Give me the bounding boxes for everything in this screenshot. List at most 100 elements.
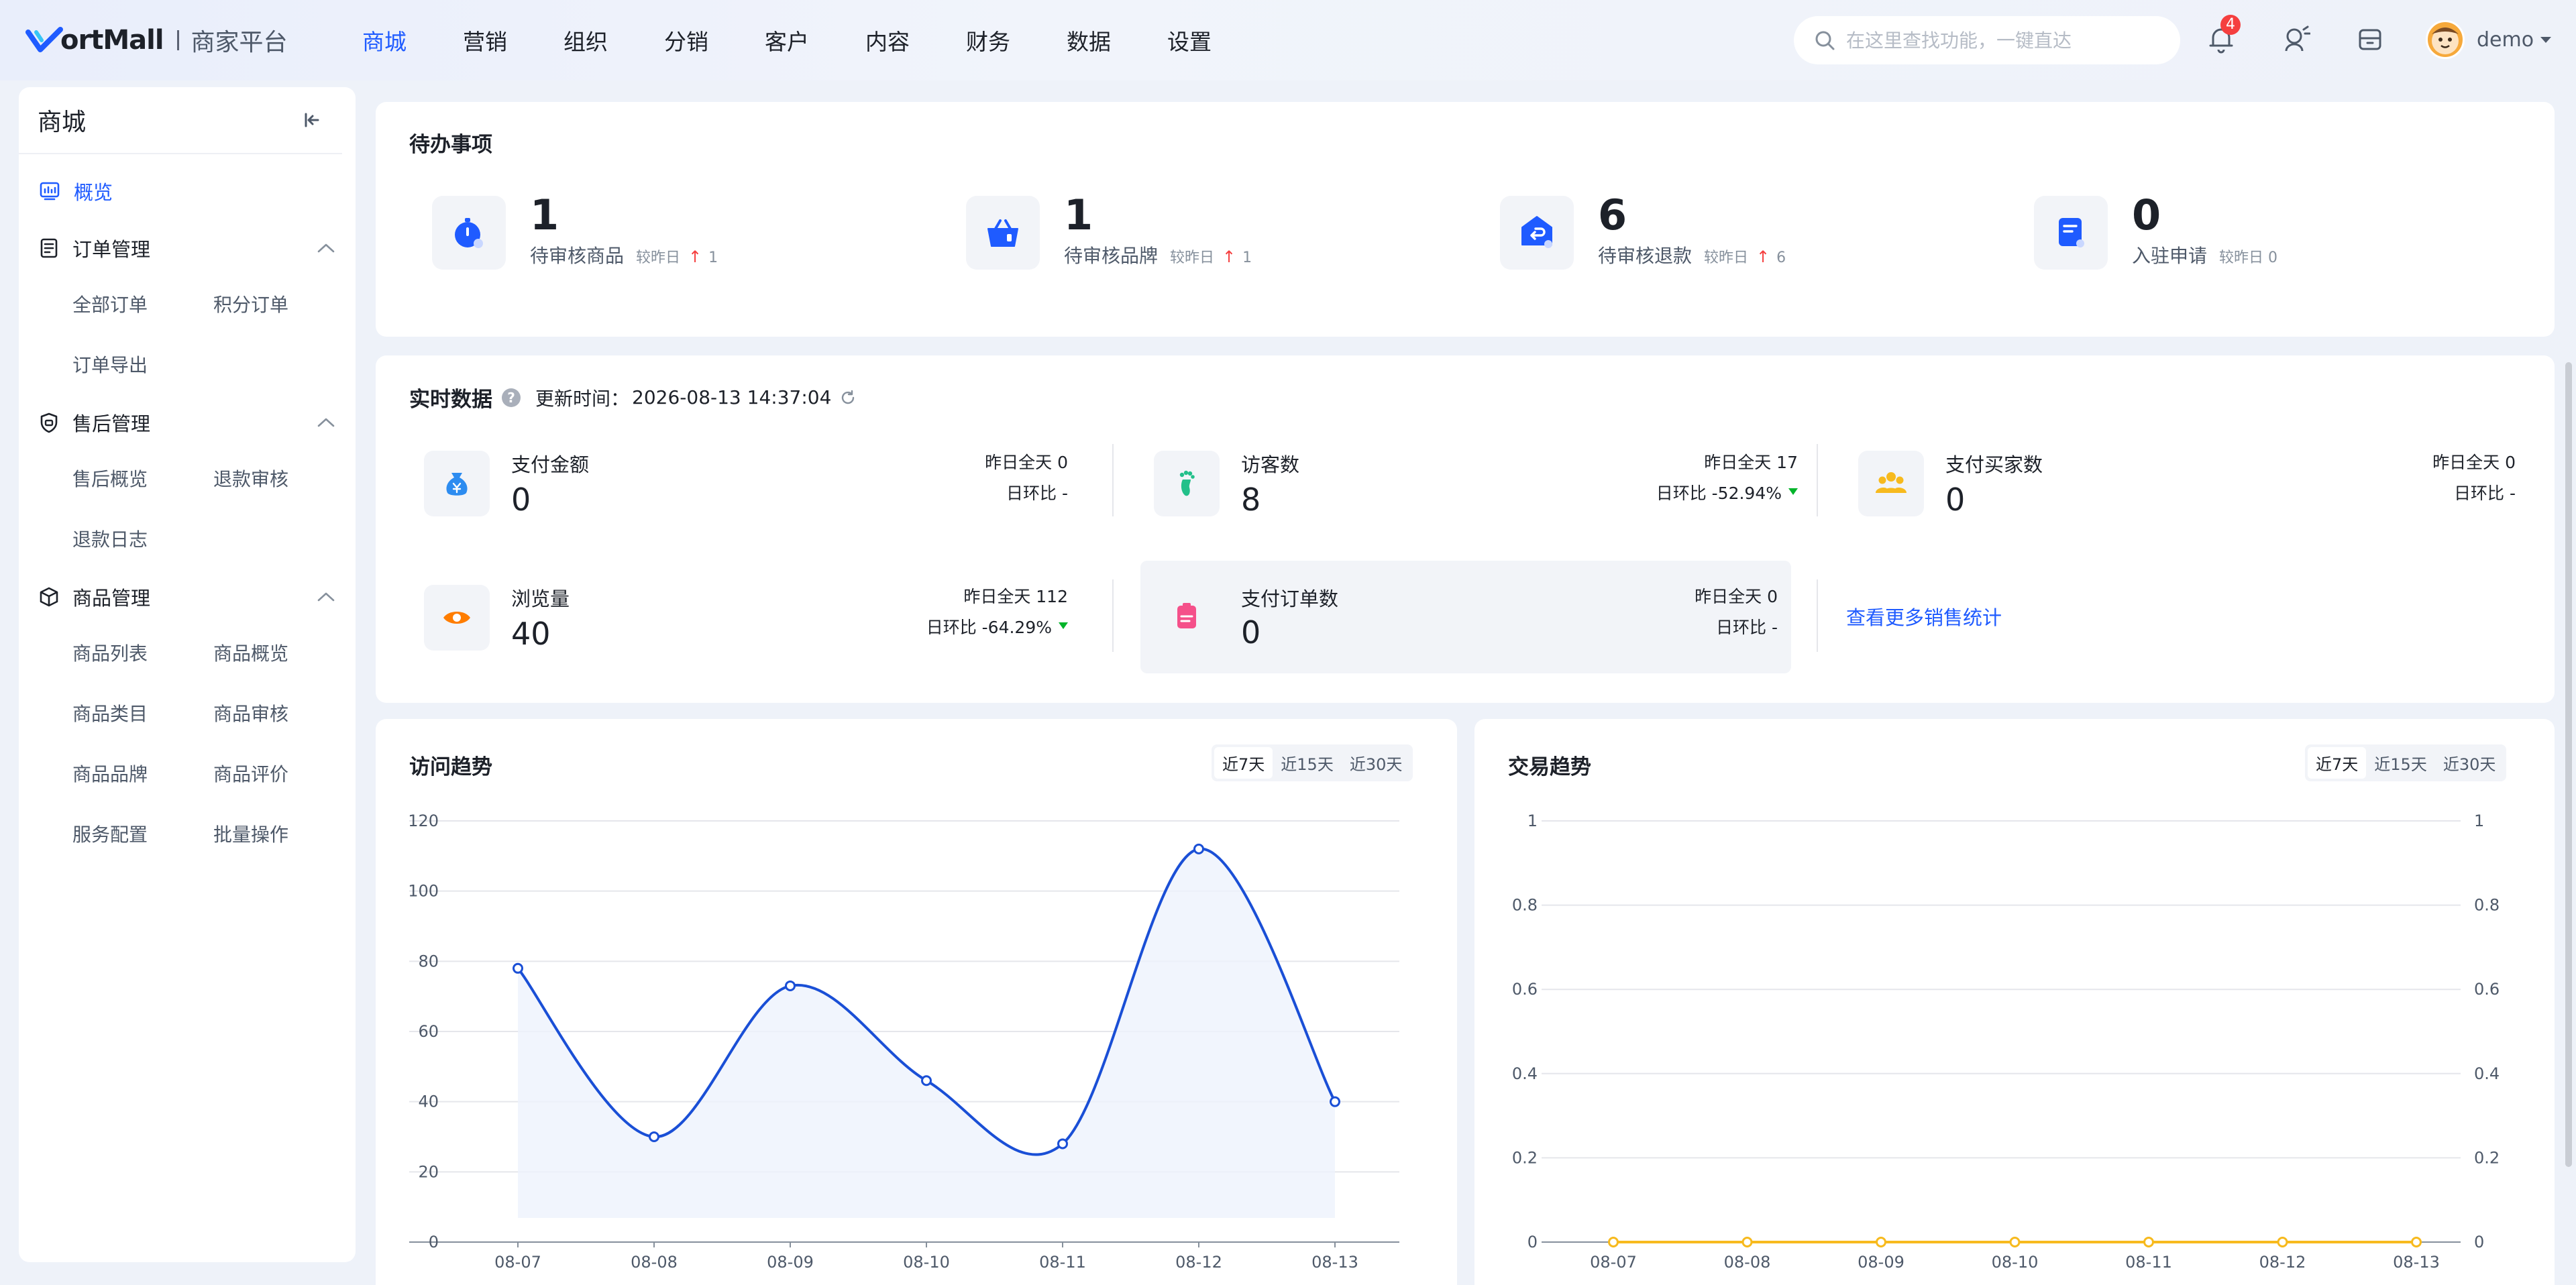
sidebar-item-aftersale-overview[interactable]: 售后概览 [72, 449, 213, 510]
notification-button[interactable]: 4 [2204, 15, 2241, 56]
sidebar-group-aftersale[interactable]: 售后管理 [19, 396, 356, 449]
todo-icon-box [1500, 196, 1574, 270]
sidebar-item-all-orders[interactable]: 全部订单 [72, 275, 213, 335]
store-button[interactable] [2353, 23, 2387, 56]
sidebar-group-label: 售后管理 [72, 412, 151, 435]
service-button[interactable] [2279, 23, 2313, 56]
sidebar-item-product-review[interactable]: 商品审核 [213, 684, 354, 744]
y-tick-label-right: 0.6 [2474, 980, 2500, 999]
chevron-up-icon [317, 243, 335, 253]
sidebar-item-product-list[interactable]: 商品列表 [72, 624, 213, 684]
sidebar-item-batch-operation[interactable]: 批量操作 [213, 805, 354, 865]
dashboard-icon [40, 182, 60, 201]
nav-marketing[interactable]: 营销 [463, 24, 507, 56]
nav-customer[interactable]: 客户 [765, 24, 809, 56]
brand-name: ortMall [60, 25, 164, 56]
metric-icon-box [1154, 583, 1220, 649]
sidebar-group-label: 订单管理 [72, 238, 151, 261]
metric-paid-orders[interactable]: 支付订单数 0 昨日全天 0 日环比 - [1140, 561, 1791, 673]
y-tick-label: 20 [418, 1162, 439, 1181]
nav-shop[interactable]: 商城 [362, 24, 407, 56]
todo-item-pending-refunds[interactable]: 6 待审核退款 较昨日 ↑ 6 [1500, 190, 1786, 270]
y-tick-label-right: 1 [2474, 812, 2484, 830]
todo-delta: 1 [1242, 249, 1252, 266]
todo-compare-label: 较昨日 [636, 249, 681, 266]
data-point [1741, 1237, 1753, 1247]
nav-organization[interactable]: 组织 [564, 24, 608, 56]
nav-distribution[interactable]: 分销 [664, 24, 708, 56]
global-search[interactable] [1794, 16, 2180, 64]
sidebar-item-product-overview[interactable]: 商品概览 [213, 624, 354, 684]
trade-trend-card: 交易趋势 近7天 近15天 近30天 0 0 0.2 0.2 0.4 0.4 0.6 0.6 0… [1474, 719, 2555, 1285]
sidebar-item-service-config[interactable]: 服务配置 [72, 805, 213, 865]
metric-divider [1817, 444, 1818, 516]
metric-visitors[interactable]: 访客数 8 昨日全天 17 日环比 -52.94% [1140, 441, 1811, 542]
trade-trend-chart: 0 0 0.2 0.2 0.4 0.4 0.6 0.6 0.8 0.8 1 1 08-07 08-08 08… [1512, 812, 2500, 1272]
todo-icon-box [432, 196, 506, 270]
todo-compare-label: 较昨日 0 [2219, 249, 2278, 266]
todo-label: 待审核品牌 [1064, 245, 1159, 267]
more-sales-stats-link[interactable]: 查看更多销售统计 [1846, 602, 2002, 630]
todo-item-pending-brands[interactable]: 1 待审核品牌 较昨日 ↑ 1 [966, 190, 1252, 270]
x-tick-label: 08-12 [1175, 1253, 1222, 1272]
sidebar-item-product-comments[interactable]: 商品评价 [213, 744, 354, 805]
sidebar-group-products[interactable]: 商品管理 [19, 570, 356, 624]
user-menu[interactable]: demo [2426, 20, 2552, 59]
nav-content[interactable]: 内容 [865, 24, 910, 56]
todo-title: 待办事项 [409, 133, 492, 157]
todo-compare-label: 较昨日 [1704, 249, 1749, 266]
sidebar-group-orders[interactable]: 订单管理 [19, 221, 356, 275]
metric-divider [1817, 579, 1818, 652]
nav-finance[interactable]: 财务 [966, 24, 1010, 56]
metric-ratio: 日环比 - [2454, 484, 2516, 503]
visit-trend-card: 访问趋势 近7天 近15天 近30天 0 20 40 60 80 100 120 08-07 0… [376, 719, 1457, 1285]
sidebar-item-product-category[interactable]: 商品类目 [72, 684, 213, 744]
todo-item-pending-products[interactable]: 1 待审核商品 较昨日 ↑ 1 [432, 190, 718, 270]
sidebar-item-product-brand[interactable]: 商品品牌 [72, 744, 213, 805]
realtime-card: 实时数据 ? 更新时间： 2026-08-13 14:37:04 支付金额 0 … [376, 355, 2555, 703]
y-tick-label-right: 0 [2474, 1233, 2484, 1251]
brand-logo[interactable]: ortMall 商家平台 [25, 23, 288, 58]
y-tick-label-right: 0.8 [2474, 896, 2500, 915]
sidebar-item-refund-log[interactable]: 退款日志 [72, 510, 213, 570]
refund-icon [1521, 216, 1552, 248]
search-input[interactable] [1846, 29, 2155, 52]
sidebar-item-refund-review[interactable]: 退款审核 [213, 449, 354, 510]
data-point [649, 1131, 659, 1142]
x-tick-label: 08-07 [1590, 1253, 1637, 1272]
update-time-label: 更新时间： [535, 387, 630, 410]
brand-subtitle: 商家平台 [191, 29, 288, 56]
metric-payment-amount[interactable]: 支付金额 0 昨日全天 0 日环比 - [411, 441, 1081, 542]
notification-badge: 4 [2220, 15, 2241, 35]
help-icon[interactable]: ? [502, 388, 521, 407]
todo-label: 入驻申请 [2132, 245, 2208, 267]
basket-icon [987, 219, 1018, 247]
y-tick-label: 0 [1527, 1233, 1538, 1251]
todo-delta: 6 [1776, 249, 1786, 266]
metric-page-views[interactable]: 浏览量 40 昨日全天 112 日环比 -64.29% [411, 575, 1081, 676]
todo-item-settlement-applications[interactable]: 0 入驻申请 较昨日 0 [2034, 190, 2278, 270]
x-tick-label: 08-11 [1039, 1253, 1086, 1272]
todo-count: 6 [1598, 190, 1627, 239]
data-point [2411, 1237, 2422, 1247]
metric-value: 0 [511, 482, 531, 518]
collapse-sidebar-icon[interactable] [302, 110, 322, 130]
nav-data[interactable]: 数据 [1067, 24, 1111, 56]
metric-yesterday: 昨日全天 17 [1704, 453, 1798, 472]
sidebar-item-points-orders[interactable]: 积分订单 [213, 275, 354, 335]
metric-label: 访客数 [1241, 453, 1300, 476]
avatar-face-icon [2432, 27, 2459, 54]
stopwatch-icon [455, 218, 483, 248]
x-tick-label: 08-08 [631, 1253, 678, 1272]
refresh-icon[interactable] [839, 389, 857, 406]
visit-trend-chart: 0 20 40 60 80 100 120 08-07 08-08 08-09 08-10 08-11… [408, 812, 1399, 1272]
page-scrollbar[interactable] [2565, 362, 2572, 1167]
sidebar-item-overview[interactable]: 概览 [19, 161, 356, 221]
metric-paying-buyers[interactable]: 支付买家数 0 昨日全天 0 日环比 - [1845, 441, 2529, 542]
data-point [513, 962, 523, 974]
nav-settings[interactable]: 设置 [1167, 24, 1212, 56]
x-tick-label: 08-13 [1311, 1253, 1358, 1272]
money-bag-icon [446, 473, 468, 496]
sidebar-item-order-export[interactable]: 订单导出 [72, 335, 213, 396]
metric-value: 0 [1241, 614, 1261, 651]
